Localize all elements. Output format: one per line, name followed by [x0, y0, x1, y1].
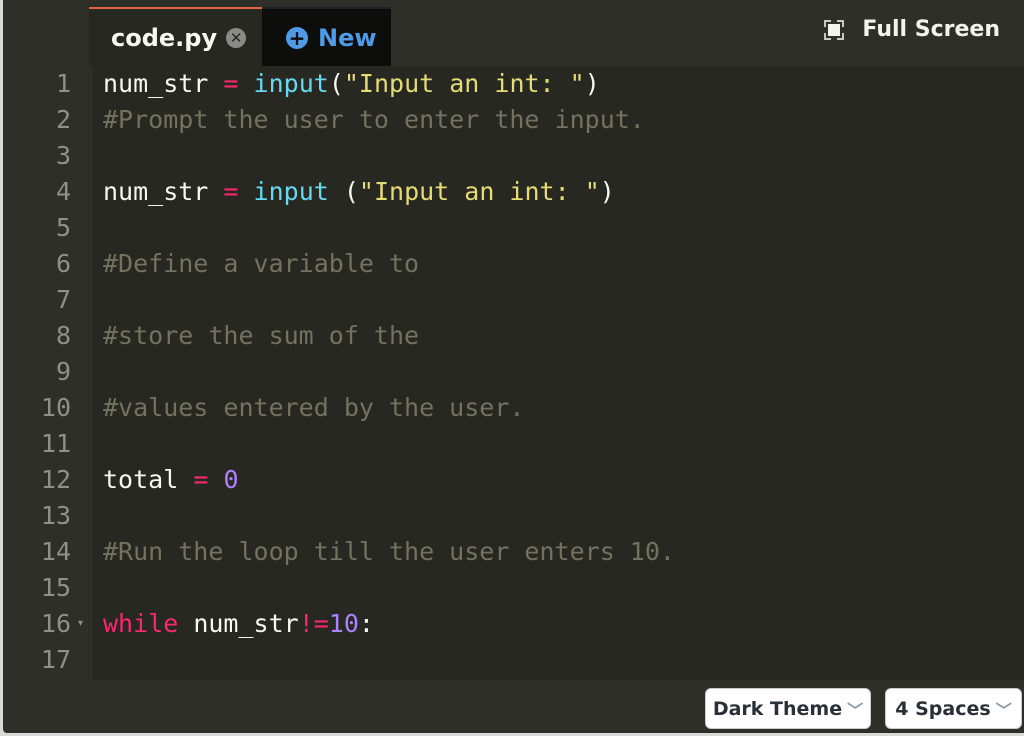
line-number: 17 [40, 645, 71, 674]
code-line[interactable]: #values entered by the user. [103, 390, 524, 426]
tab-label: code.py [111, 23, 218, 52]
chevron-down-icon: ﹀ [995, 700, 1012, 720]
line-number: 11 [40, 429, 71, 458]
code-token: != [298, 609, 329, 638]
code-line[interactable]: #Run the loop till the user enters 10. [103, 534, 675, 570]
code-line[interactable]: #Define a variable to [103, 246, 419, 282]
code-token: #Define a variable to [103, 249, 420, 278]
line-number: 5 [55, 213, 71, 242]
code-token: #Run the loop till the user enters 10. [103, 537, 675, 566]
code-line[interactable]: num_str = input("Input an int: ") [103, 66, 600, 102]
code-token: ( [328, 69, 344, 98]
code-line[interactable]: #store the sum of the [103, 318, 419, 354]
line-number: 1 [55, 69, 71, 98]
line-number: 6 [55, 249, 71, 278]
code-line[interactable]: total = 0 [103, 462, 239, 498]
code-token: ) [599, 177, 615, 206]
code-token: 10 [328, 609, 359, 638]
fullscreen-icon [824, 19, 845, 40]
line-number: 15 [40, 573, 71, 602]
code-token: : [358, 609, 374, 638]
line-number: 12 [40, 465, 71, 494]
code-token: "Input an int: " [358, 177, 600, 206]
fold-arrow-icon[interactable]: ▾ [78, 618, 83, 629]
new-tab-label: New [318, 23, 377, 52]
line-number: 16 [40, 609, 71, 638]
indent-select[interactable]: 4 Spaces ﹀ [885, 688, 1022, 729]
code-token: while [103, 609, 179, 638]
tab-bar: code.py ✕ + New [89, 7, 391, 66]
line-number: 2 [55, 105, 71, 134]
code-token: #store the sum of the [103, 321, 420, 350]
line-number: 9 [55, 357, 71, 386]
plus-circle-icon: + [286, 26, 308, 49]
indent-select-value: 4 Spaces [895, 697, 991, 720]
theme-select[interactable]: Dark Theme ﹀ [705, 688, 871, 729]
new-tab-button[interactable]: + New [262, 7, 391, 66]
code-token: 0 [223, 465, 239, 494]
line-number: 3 [55, 141, 71, 170]
code-token: = [193, 465, 209, 494]
code-line[interactable]: num_str = input ("Input an int: ") [103, 174, 615, 210]
code-token: = [223, 69, 239, 98]
code-token: = [223, 177, 239, 206]
code-token: num_str [103, 177, 224, 206]
code-line[interactable]: #Prompt the user to enter the input. [103, 102, 645, 138]
code-token: num_str [178, 609, 299, 638]
code-token: num_str [103, 69, 224, 98]
code-token: ( [328, 177, 359, 206]
code-editor[interactable]: num_str = input("Input an int: ") #Prompt… [93, 66, 1024, 680]
line-number: 13 [40, 501, 71, 530]
code-token: input [253, 69, 329, 98]
fullscreen-label: Full Screen [862, 17, 1000, 42]
theme-select-value: Dark Theme [712, 697, 843, 720]
line-number: 10 [40, 393, 71, 422]
code-token: ) [584, 69, 600, 98]
tab-code-py[interactable]: code.py ✕ [89, 7, 262, 66]
code-token: "Input an int: " [343, 69, 585, 98]
code-token: #values entered by the user. [103, 393, 525, 422]
line-number: 8 [55, 321, 71, 350]
code-token: #Prompt the user to enter the input. [103, 105, 645, 134]
line-number-gutter: 1 2 3 4 5 6 7 8 9 10 11 12 13 14 15 16 ▾ 17 [3, 66, 93, 680]
chevron-down-icon: ﹀ [847, 700, 864, 720]
line-number: 7 [55, 285, 71, 314]
code-token: total [103, 465, 194, 494]
code-line[interactable]: while num_str!=10: [103, 606, 374, 642]
code-token: input [253, 177, 329, 206]
fullscreen-button[interactable]: Full Screen [824, 17, 1000, 42]
close-icon[interactable]: ✕ [226, 27, 247, 48]
line-number: 14 [40, 537, 71, 566]
line-number: 4 [55, 177, 71, 206]
